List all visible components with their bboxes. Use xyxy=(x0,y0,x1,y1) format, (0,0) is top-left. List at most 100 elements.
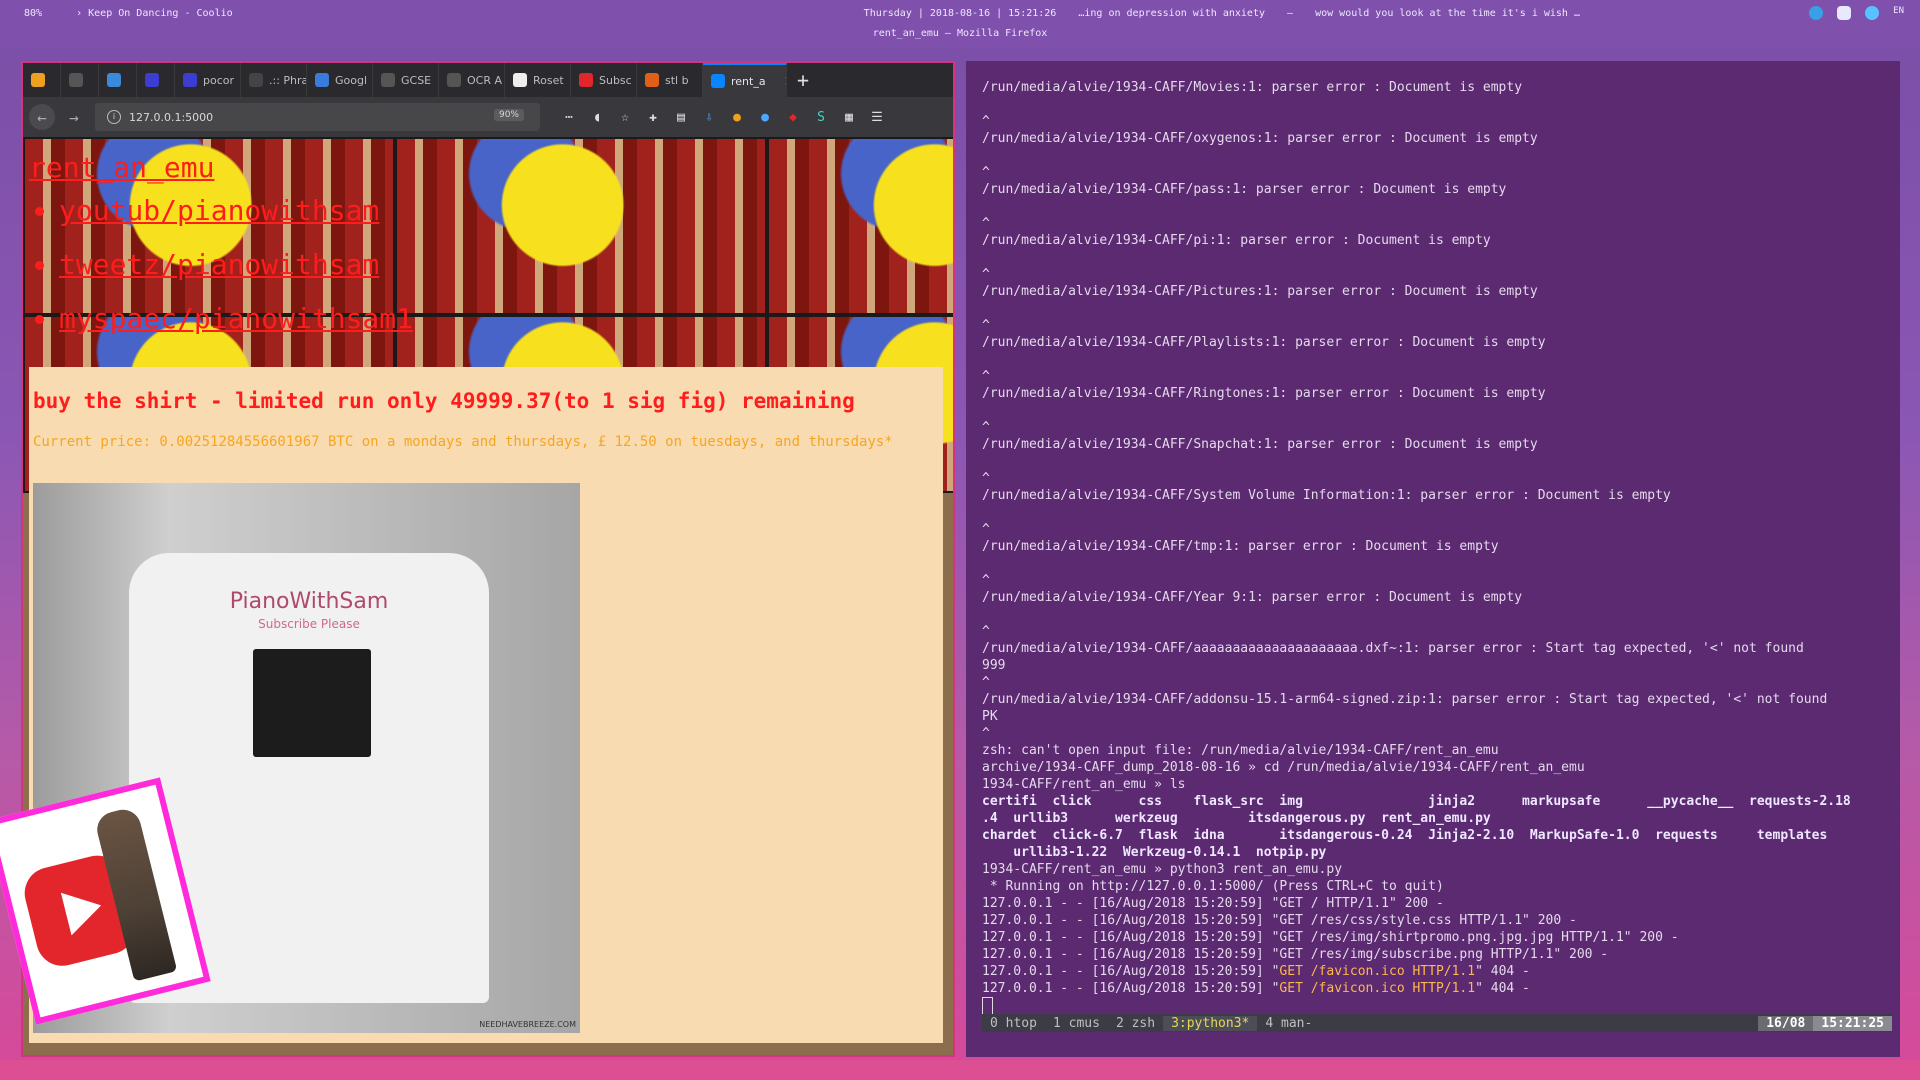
keyboard-layout[interactable]: EN xyxy=(1893,6,1904,20)
url-bar[interactable]: i 127.0.0.1:5000 90% xyxy=(95,103,540,131)
terminal-line: ^ xyxy=(982,267,990,282)
terminal-line: 127.0.0.1 - - [16/Aug/2018 15:20:59] "GE… xyxy=(982,913,1577,928)
myspace-link[interactable]: myspaec/pianowithsam1 xyxy=(59,302,413,335)
tab-strip: pocor .:: Phra Googl GCSE OCR A Roset Subsc stl… xyxy=(23,63,953,97)
reader-view-icon[interactable]: ▤ xyxy=(672,108,690,126)
log-prefix: 127.0.0.1 - - [16/Aug/2018 15:20:59] " xyxy=(982,964,1280,979)
tab-favicon-icon xyxy=(69,73,83,87)
tab-label: pocor xyxy=(203,73,235,87)
terminal-line: 1934-CAFF/rent_an_emu » ls xyxy=(982,777,1186,792)
tab-12[interactable]: rent_a× xyxy=(703,63,787,97)
terminal-line: * Running on http://127.0.0.1:5000/ (Pre… xyxy=(982,879,1444,894)
terminal-line: /run/media/alvie/1934-CAFF/Year 9:1: par… xyxy=(982,590,1523,605)
terminal-line: /run/media/alvie/1934-CAFF/addonsu-15.1-… xyxy=(982,692,1828,707)
top-bar-window-title: rent_an_emu — Mozilla Firefox xyxy=(872,28,1048,39)
piano-graphic xyxy=(253,649,371,757)
social-link-list: youtub/pianowithsam tweetz/pianowithsam … xyxy=(29,184,413,346)
terminal-output: /run/media/alvie/1934-CAFF/Movies:1: par… xyxy=(982,79,1892,1015)
window-title-1[interactable]: …ing on depression with anxiety xyxy=(1078,8,1265,19)
tab-favicon-icon xyxy=(381,73,395,87)
terminal-cursor xyxy=(982,997,993,1015)
tab-favicon-icon xyxy=(145,73,159,87)
terminal-line: /run/media/alvie/1934-CAFF/aaaaaaaaaaaaa… xyxy=(982,641,1804,656)
addon-orange-icon[interactable]: ● xyxy=(728,108,746,126)
window-title-2[interactable]: wow would you look at the time it's i wi… xyxy=(1315,8,1580,19)
tmux-window-0[interactable]: 0 htop xyxy=(982,1016,1045,1031)
info-icon[interactable]: i xyxy=(107,110,121,124)
tmux-window-4[interactable]: 4 man- xyxy=(1257,1016,1320,1031)
telegram-icon[interactable] xyxy=(1809,6,1824,20)
tmux-status-bar: 0 htop 1 cmus 2 zsh 3:python3* 4 man- 16/08 15… xyxy=(982,1014,1892,1032)
menu-icon[interactable]: ☰ xyxy=(868,108,886,126)
terminal-window[interactable]: /run/media/alvie/1934-CAFF/Movies:1: par… xyxy=(966,61,1900,1057)
stylus-icon[interactable]: S xyxy=(812,108,830,126)
terminal-prompt[interactable] xyxy=(982,997,1892,1015)
pocket-icon[interactable]: ◖ xyxy=(588,108,606,126)
tmux-window-2[interactable]: 2 zsh xyxy=(1108,1016,1163,1031)
tab-3[interactable] xyxy=(137,63,175,97)
url-text[interactable]: 127.0.0.1:5000 xyxy=(129,111,213,124)
new-tab-button[interactable]: + xyxy=(787,63,819,97)
tab-10[interactable]: Subsc xyxy=(571,63,637,97)
log-hl: GET /favicon.ico HTTP/1.1 xyxy=(1279,981,1476,996)
tab-7[interactable]: GCSE xyxy=(373,63,439,97)
addon-blue-icon[interactable]: ● xyxy=(756,108,774,126)
ls-output-line: certifi click css flask_src img jinja2 m… xyxy=(982,794,1851,809)
tab-favicon-icon xyxy=(31,73,45,87)
tab-11[interactable]: stl b xyxy=(637,63,703,97)
terminal-line: ^ xyxy=(982,165,990,180)
more-actions-icon[interactable]: ⋯ xyxy=(560,108,578,126)
terminal-line: 127.0.0.1 - - [16/Aug/2018 15:20:59] "GE… xyxy=(982,980,1892,997)
tab-0[interactable] xyxy=(23,63,61,97)
terminal-line: ^ xyxy=(982,420,990,435)
tab-1[interactable] xyxy=(61,63,99,97)
site-title-link[interactable]: rent_an_emu xyxy=(29,151,214,184)
toolbar-icons: ⋯ ◖ ☆ ✚ ▤ ⇩ ● ● ◆ S ▦ ☰ xyxy=(560,108,886,126)
zoom-indicator[interactable]: 90% xyxy=(493,109,524,121)
forward-button[interactable]: → xyxy=(61,104,87,130)
tab-favicon-icon xyxy=(447,73,461,87)
discord-icon[interactable] xyxy=(1837,6,1852,20)
network-icon[interactable] xyxy=(1865,6,1880,20)
youtube-link[interactable]: youtub/pianowithsam xyxy=(59,194,379,227)
terminal-line: ^ xyxy=(982,726,990,741)
tmux-window-3[interactable]: 3:python3* xyxy=(1163,1015,1258,1031)
tmux-window-1[interactable]: 1 cmus xyxy=(1045,1016,1108,1031)
terminal-line: 127.0.0.1 - - [16/Aug/2018 15:20:59] "GE… xyxy=(982,896,1444,911)
tab-8[interactable]: OCR A xyxy=(439,63,505,97)
terminal-line: ^ xyxy=(982,471,990,486)
tab-5[interactable]: .:: Phra xyxy=(241,63,307,97)
download-icon[interactable]: ⇩ xyxy=(700,108,718,126)
tab-favicon-icon xyxy=(107,73,121,87)
price-text: Current price: 0.00251284556601967 BTC o… xyxy=(33,434,893,450)
qr-code-icon[interactable]: ▦ xyxy=(840,108,858,126)
ls-output-line: chardet click-6.7 flask idna itsdangerou… xyxy=(982,828,1828,843)
tab-favicon-icon xyxy=(315,73,329,87)
tab-9[interactable]: Roset xyxy=(505,63,571,97)
tab-6[interactable]: Googl xyxy=(307,63,373,97)
ublock-icon[interactable]: ◆ xyxy=(784,108,802,126)
tab-2[interactable] xyxy=(99,63,137,97)
terminal-line: /run/media/alvie/1934-CAFF/pass:1: parse… xyxy=(982,182,1507,197)
terminal-line: 127.0.0.1 - - [16/Aug/2018 15:20:59] "GE… xyxy=(982,930,1679,945)
terminal-line: 999 xyxy=(982,658,1006,673)
tab-label: Googl xyxy=(335,73,368,87)
back-button[interactable]: ← xyxy=(29,104,55,130)
tab-4[interactable]: pocor xyxy=(175,63,241,97)
ls-output-line: urllib3-1.22 Werkzeug-0.14.1 notpip.py xyxy=(982,845,1327,860)
extension-icon[interactable]: ✚ xyxy=(644,108,662,126)
twitter-link[interactable]: tweetz/pianowithsam xyxy=(59,248,379,281)
bookmark-star-icon[interactable]: ☆ xyxy=(616,108,634,126)
system-tray: EN xyxy=(1809,6,1904,20)
terminal-line: /run/media/alvie/1934-CAFF/System Volume… xyxy=(982,488,1671,503)
top-bar-right: …ing on depression with anxiety – wow wo… xyxy=(1062,8,1580,19)
